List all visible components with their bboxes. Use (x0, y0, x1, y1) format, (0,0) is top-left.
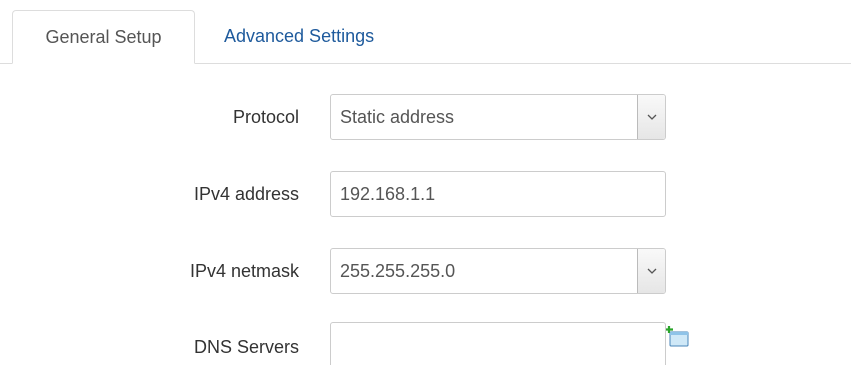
tab-advanced-settings[interactable]: Advanced Settings (224, 10, 374, 64)
protocol-row: Protocol Static address (0, 94, 851, 140)
dns-servers-input[interactable] (330, 322, 666, 365)
dns-servers-label: DNS Servers (193, 337, 299, 357)
chevron-down-icon (647, 114, 657, 120)
ipv4-netmask-label: IPv4 netmask (189, 261, 299, 281)
ipv4-address-row: IPv4 address 192.168.1.1 (0, 171, 851, 217)
ipv4-address-label: IPv4 address (193, 184, 299, 204)
ipv4-address-value: 192.168.1.1 (340, 184, 436, 204)
interface-settings-page: General Setup Advanced Settings Protocol… (0, 0, 851, 365)
ipv4-netmask-select[interactable]: 255.255.255.0 (330, 248, 666, 294)
protocol-label: Protocol (232, 107, 299, 127)
ipv4-address-input[interactable]: 192.168.1.1 (330, 171, 666, 217)
chevron-down-icon (647, 268, 657, 274)
ipv4-netmask-dropdown-button[interactable] (637, 249, 665, 293)
tab-general-setup[interactable]: General Setup (12, 10, 195, 64)
dns-servers-row: DNS Servers (0, 322, 851, 365)
ipv4-netmask-row: IPv4 netmask 255.255.255.0 (0, 248, 851, 294)
tab-bar: General Setup Advanced Settings (0, 0, 851, 64)
protocol-dropdown-button[interactable] (637, 95, 665, 139)
ipv4-netmask-value: 255.255.255.0 (340, 261, 456, 281)
protocol-select[interactable]: Static address (330, 94, 666, 140)
add-entry-icon[interactable] (666, 326, 692, 348)
protocol-select-value: Static address (340, 107, 455, 127)
